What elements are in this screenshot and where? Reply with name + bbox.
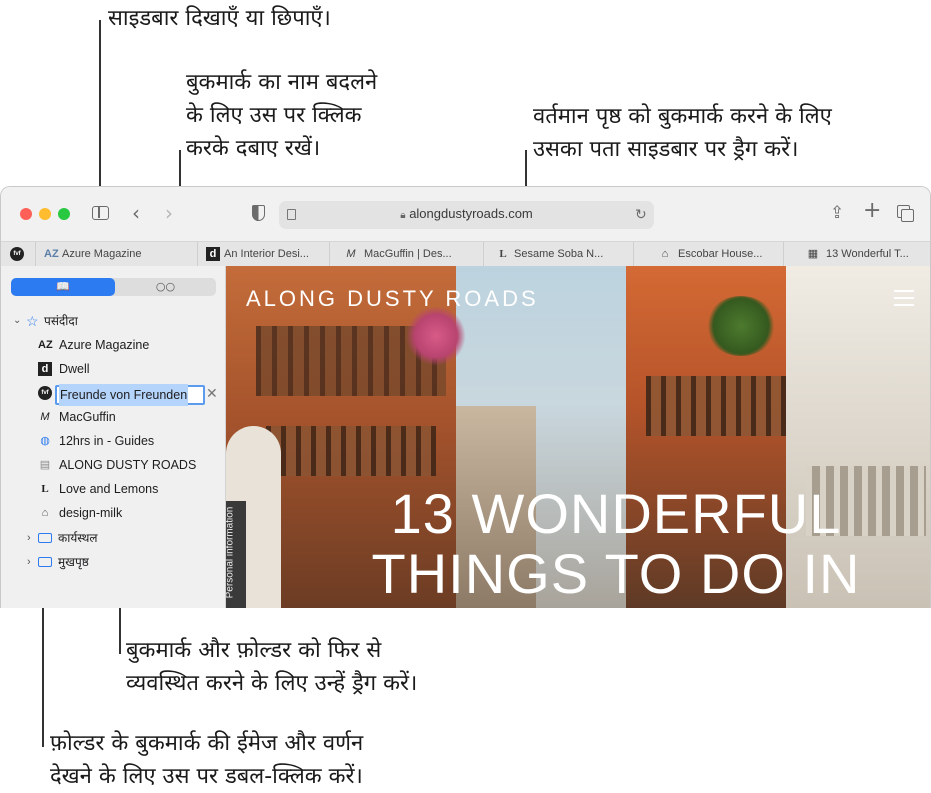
bookmark-item[interactable]: ⌂ design-milk [1, 502, 225, 524]
rename-field[interactable]: Freunde von Freunden [55, 384, 205, 406]
bookmark-label: design-milk [59, 506, 123, 520]
tab-bar: fvf AZ Azure Magazine d An Interior Desi… [1, 241, 930, 267]
rename-text: Freunde von Freunden [59, 384, 189, 406]
photo-flowers [406, 306, 466, 366]
favorites-label: पसंदीदा [44, 314, 78, 328]
tab-label: Sesame Soba N... [514, 248, 604, 260]
folder-icon [38, 533, 52, 543]
glasses-icon: ○○ [155, 280, 176, 293]
sidebar-icon[interactable] [92, 206, 109, 220]
bookmark-item[interactable]: d Dwell [1, 358, 225, 380]
reload-icon[interactable]: ↻ [635, 205, 647, 225]
reading-list-tab[interactable]: ○○ [115, 278, 216, 296]
bookmark-label: MacGuffin [59, 410, 116, 424]
personal-info-tab[interactable]: Personal information [226, 501, 246, 608]
minimize-button[interactable] [39, 208, 51, 220]
adr-favicon: ▤ [39, 459, 51, 471]
favicon: fvf [10, 247, 24, 261]
favorites-group[interactable]: ⌄ ☆ पसंदीदा [1, 310, 225, 332]
address-bar[interactable]: 🔒︎ alongdustyroads.com ↻ [279, 201, 654, 229]
forward-icon[interactable]: › [165, 203, 173, 223]
tab-label: Azure Magazine [62, 248, 142, 260]
callout-sidebar-toggle: साइडबार दिखाएँ या छिपाएँ। [108, 6, 331, 31]
bookmarks-tab[interactable]: 📖 [11, 278, 115, 296]
leader-line [99, 20, 101, 206]
chevron-right-icon[interactable]: › [27, 551, 31, 573]
bookmark-item[interactable]: ◍ 12hrs in - Guides [1, 430, 225, 452]
fvf-favicon: fvf [38, 386, 52, 400]
bookmark-item[interactable]: L Love and Lemons [1, 478, 225, 500]
tab[interactable]: M MacGuffin | Des... [329, 242, 483, 266]
privacy-shield-icon[interactable] [252, 205, 265, 221]
article-headline: 13 WONDERFUL THINGS TO DO IN [371, 482, 861, 605]
back-icon[interactable]: ‹ [132, 203, 140, 223]
folder-icon [38, 557, 52, 567]
photo-balcony-left [266, 426, 436, 476]
tab-overview-icon[interactable] [897, 205, 914, 222]
favicon: AZ [44, 248, 59, 260]
callout-reorder: बुकमार्क और फ़ोल्डर को फिर से व्यवस्थित … [126, 638, 418, 696]
share-icon[interactable]: ⇪ [830, 203, 844, 223]
new-tab-icon[interactable]: + [863, 200, 881, 222]
folder-label: कार्यस्थल [58, 531, 98, 545]
bookmark-item[interactable]: AZ Azure Magazine [1, 334, 225, 356]
tab-label: Escobar House... [678, 248, 763, 260]
azure-favicon: AZ [38, 339, 53, 351]
favicon: L [499, 248, 507, 260]
tab[interactable]: ⌂ Escobar House... [633, 242, 783, 266]
folder-item[interactable]: › मुखपृष्ठ [1, 551, 225, 573]
bookmark-label: Love and Lemons [59, 482, 159, 496]
address-text: alongdustyroads.com [409, 206, 533, 221]
design-milk-favicon: ⌂ [41, 507, 49, 519]
toolbar: ‹ › 🔒︎ alongdustyroads.com ↻ ⇪ + [1, 187, 930, 241]
close-button[interactable] [20, 208, 32, 220]
folder-label: मुखपृष्ठ [58, 555, 89, 569]
star-icon: ☆ [26, 313, 39, 329]
bookmark-item[interactable]: ▤ ALONG DUSTY ROADS [1, 454, 225, 476]
sidebar: 📖 ○○ ⌄ ☆ पसंदीदा AZ Azure Magazine d Dwe… [1, 266, 226, 608]
callout-rename-bookmark: बुकमार्क का नाम बदलने के लिए उस पर क्लिक… [186, 70, 378, 161]
favicon: ▦ [807, 248, 819, 260]
tab-active[interactable]: ▦ 13 Wonderful T... [783, 242, 930, 266]
favicon: ⌂ [661, 248, 669, 260]
safari-window: ‹ › 🔒︎ alongdustyroads.com ↻ ⇪ + fvf AZ … [0, 186, 931, 608]
tab[interactable]: L Sesame Soba N... [483, 242, 633, 266]
tab-label: 13 Wonderful T... [826, 248, 909, 260]
favicon: d [206, 247, 220, 261]
tab-label: MacGuffin | Des... [364, 248, 452, 260]
web-content: ALONG DUSTY ROADS 13 WONDERFUL THINGS TO… [226, 266, 930, 608]
book-icon: 📖 [56, 280, 70, 293]
bookmark-label: Dwell [59, 362, 90, 376]
tab[interactable]: d An Interior Desi... [197, 242, 329, 266]
menu-icon[interactable] [894, 290, 914, 311]
close-icon[interactable]: ✕ [206, 382, 218, 404]
bookmark-item-editing[interactable]: fvf Freunde von Freunden ✕ [1, 382, 225, 406]
callout-drag-page: वर्तमान पृष्ठ को बुकमार्क करने के लिए उस… [533, 104, 832, 162]
bookmark-item[interactable]: M MacGuffin [1, 406, 225, 428]
tab-label: An Interior Desi... [224, 248, 309, 260]
sidebar-segmented-control: 📖 ○○ [11, 278, 216, 296]
folder-item[interactable]: › कार्यस्थल [1, 527, 225, 549]
bookmark-label: ALONG DUSTY ROADS [59, 458, 197, 472]
tab[interactable]: AZ Azure Magazine [35, 242, 197, 266]
tab[interactable]: fvf [1, 242, 35, 266]
bookmark-label: 12hrs in - Guides [59, 434, 155, 448]
lock-icon: 🔒︎ [400, 210, 406, 221]
bookmark-label: Azure Magazine [59, 338, 150, 352]
photo-palm [706, 296, 776, 356]
side-tab-label: Personal information [226, 506, 236, 599]
dwell-favicon: d [38, 362, 52, 376]
callout-double-click: फ़ोल्डर के बुकमार्क की ईमेज और वर्णन देख… [50, 731, 364, 789]
chevron-down-icon[interactable]: ⌄ [13, 310, 21, 332]
globe-icon: ◍ [40, 435, 50, 447]
macguffin-favicon: M [40, 411, 50, 423]
chevron-right-icon[interactable]: › [27, 527, 31, 549]
zoom-button[interactable] [58, 208, 70, 220]
site-logo[interactable]: ALONG DUSTY ROADS [246, 286, 539, 312]
lemons-favicon: L [41, 483, 49, 495]
favicon: M [346, 248, 356, 260]
